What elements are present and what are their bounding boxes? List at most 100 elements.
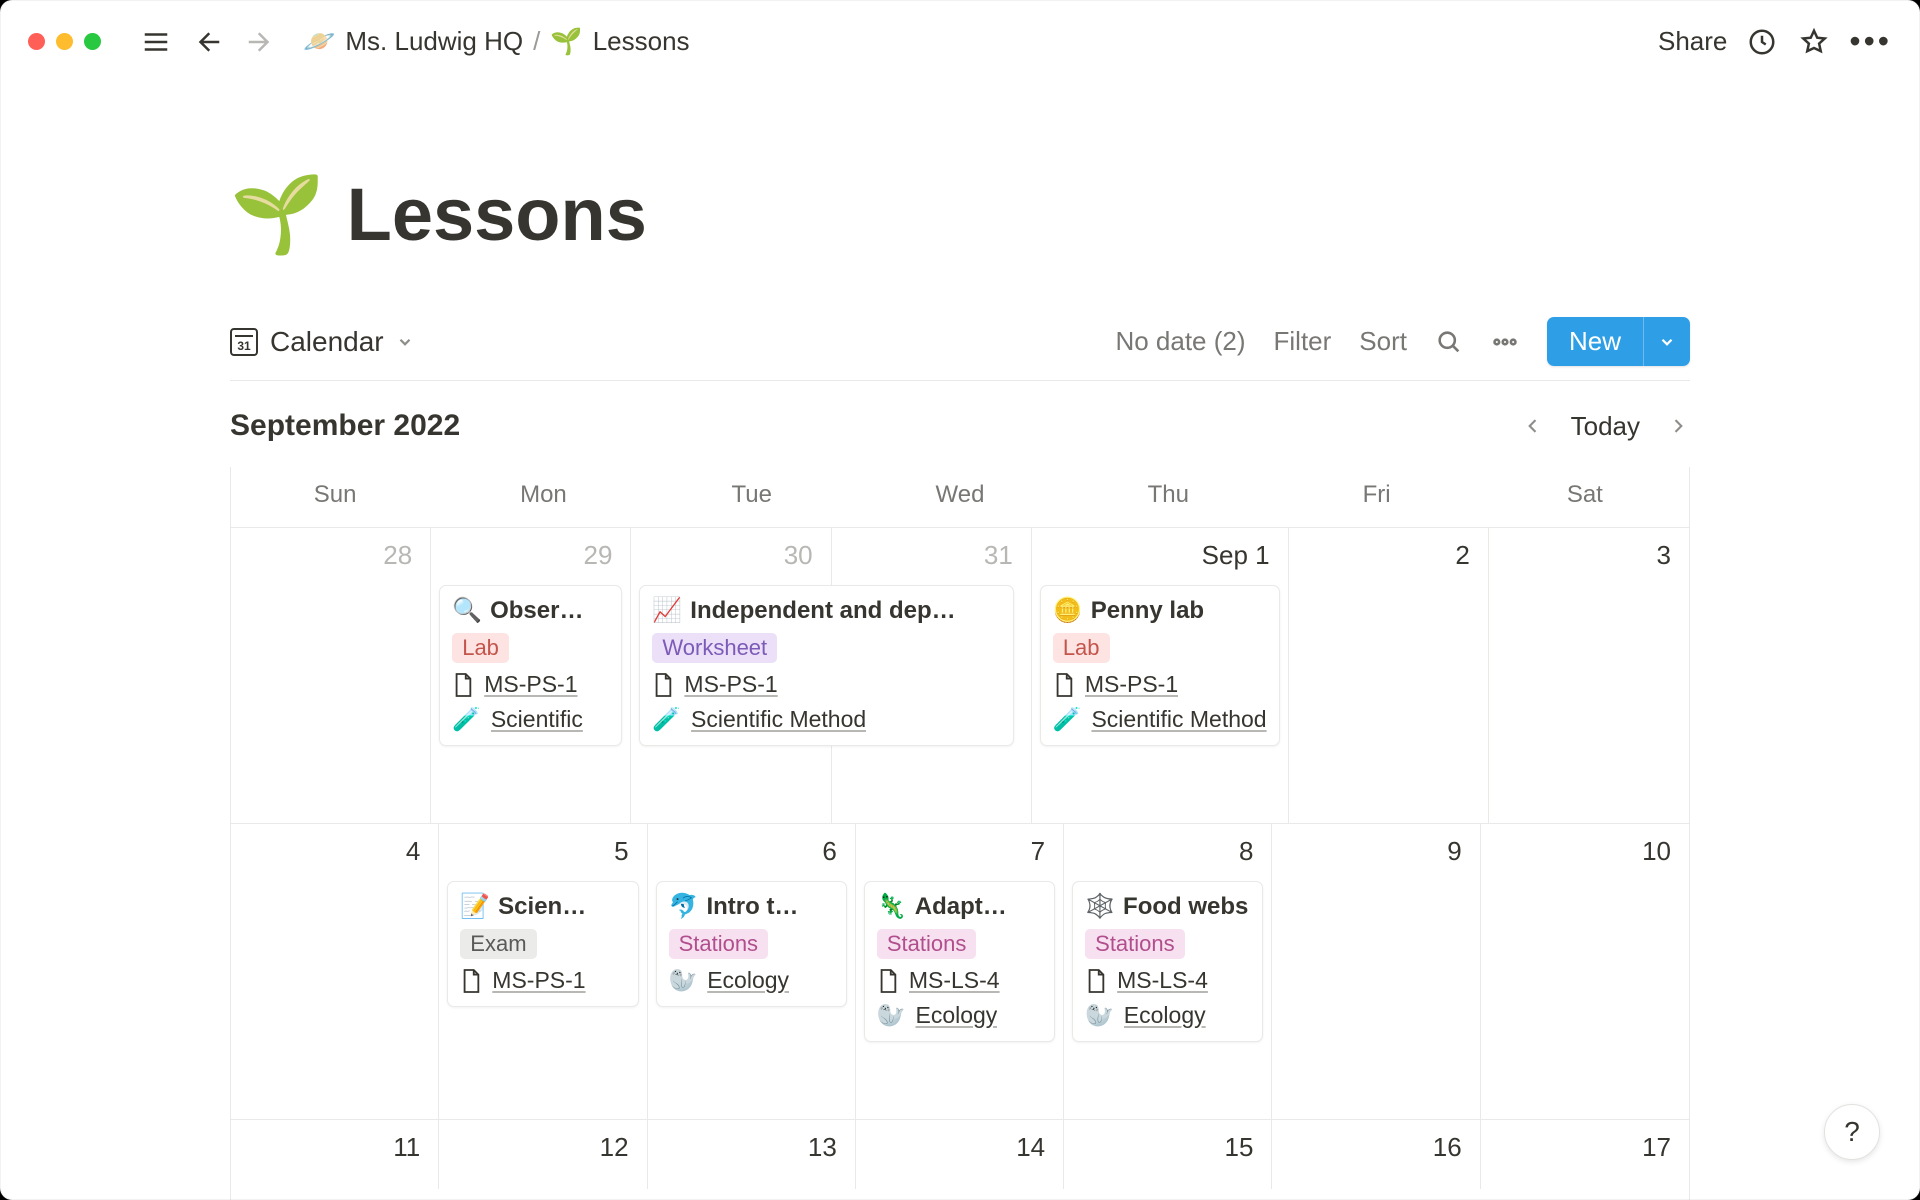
card-relation: MS-PS-1 [460,967,625,994]
database-toolbar: 31 Calendar No date (2) Filter Sort New [230,317,1690,381]
card-title: 🐬Intro t… [669,892,834,921]
minimize-window-icon[interactable] [56,33,73,50]
day-number: 3 [1497,540,1681,571]
card-emoji-icon: 📈 [652,596,682,625]
day-header: Wed [856,467,1064,527]
card-emoji-icon: 📝 [460,892,490,921]
sort-button[interactable]: Sort [1359,326,1407,357]
filter-button[interactable]: Filter [1274,326,1332,357]
page-title[interactable]: Lessons [347,172,647,257]
calendar-event-card[interactable]: 🐬Intro t…Stations🦭Ecology [656,881,847,1007]
prev-month-icon[interactable] [1521,414,1545,438]
day-number: 10 [1489,836,1681,867]
today-button[interactable]: Today [1571,411,1640,442]
day-number: 16 [1280,1132,1471,1163]
card-tag: Stations [1085,929,1185,959]
calendar-day[interactable]: 5📝Scien…ExamMS-PS-1 [439,824,647,1119]
calendar-day[interactable]: 16 [1272,1120,1480,1189]
new-button-main[interactable]: New [1547,317,1643,366]
calendar-grid: SunMonTueWedThuFriSat 28 29 🔍Obser… Lab MS-P… [230,467,1690,1200]
calendar-event-card[interactable]: 📝Scien…ExamMS-PS-1 [447,881,638,1007]
breadcrumb-current-label: Lessons [593,26,690,57]
share-button[interactable]: Share [1658,26,1727,57]
planet-icon: 🪐 [303,26,335,57]
calendar-day[interactable]: 2 [1289,528,1489,823]
help-button[interactable]: ? [1824,1104,1880,1160]
calendar-day[interactable]: 29🔍Obser…LabMS-PS-1🧪Scientific [431,528,631,823]
relation-emoji-icon: 🧪 [1053,706,1082,733]
calendar-day[interactable]: 10 [1481,824,1689,1119]
card-relation: 🦭Ecology [1085,1002,1250,1029]
month-label: September 2022 [230,409,460,443]
favorite-icon[interactable] [1797,25,1831,59]
card-emoji-icon: 🪙 [1053,596,1083,625]
calendar-day[interactable]: 13 [648,1120,856,1189]
new-button-dropdown[interactable] [1643,317,1690,366]
day-number: 7 [864,836,1055,867]
calendar-day[interactable]: 30📈Independent and dep…WorksheetMS-PS-1🧪… [631,528,831,823]
breadcrumb-separator: / [533,26,540,57]
calendar-week: 1112131415 16 17 [231,1119,1689,1189]
calendar-day[interactable]: 31 [832,528,1032,823]
card-tag: Lab [452,633,509,663]
day-headers: SunMonTueWedThuFriSat [231,467,1689,527]
breadcrumb-parent[interactable]: 🪐 Ms. Ludwig HQ [303,26,523,57]
day-number: 6 [656,836,847,867]
page-menu-icon[interactable]: ••• [1849,23,1892,60]
calendar-day[interactable]: 17 [1481,1120,1689,1189]
back-icon[interactable] [191,25,225,59]
card-tag: Lab [1053,633,1110,663]
relation-emoji-icon: 🧪 [652,706,681,733]
day-number: Sep 1 [1040,540,1280,571]
calendar-event-card[interactable]: 🦎Adapt…StationsMS-LS-4🦭Ecology [864,881,1055,1042]
relation-emoji-icon: 🦭 [669,967,698,994]
calendar-day[interactable]: 8🕸️Food websStationsMS-LS-4🦭Ecology [1064,824,1272,1119]
calendar-day[interactable]: 11 [231,1120,439,1189]
more-icon[interactable] [1491,328,1519,356]
day-header: Mon [439,467,647,527]
page-icon[interactable]: 🌱 [230,169,325,259]
card-relation: MS-PS-1 [1053,671,1267,698]
no-date-button[interactable]: No date (2) [1115,326,1245,357]
forward-icon[interactable] [243,25,277,59]
calendar-day[interactable]: 9 [1272,824,1480,1119]
calendar-week: 45📝Scien…ExamMS-PS-16🐬Intro t…Stations🦭E… [231,823,1689,1119]
breadcrumb: 🪐 Ms. Ludwig HQ / 🌱 Lessons [303,26,690,57]
zoom-window-icon[interactable] [84,33,101,50]
calendar-day[interactable]: 4 [231,824,439,1119]
card-title: 🔍Obser… [452,596,609,625]
day-number: 29 [439,540,622,571]
calendar-day[interactable]: 15 [1064,1120,1272,1189]
card-emoji-icon: 🔍 [452,596,482,625]
window-controls [28,33,101,50]
card-tag: Worksheet [652,633,777,663]
card-emoji-icon: 🦎 [877,892,907,921]
view-switcher[interactable]: 31 Calendar [230,326,414,358]
day-header: Fri [1272,467,1480,527]
day-number: 28 [239,540,422,571]
calendar-day[interactable]: 12 [439,1120,647,1189]
calendar-day[interactable]: 28 [231,528,431,823]
menu-icon[interactable] [139,25,173,59]
calendar-day[interactable]: 6 🐬Intro t…Stations🦭Ecology [648,824,856,1119]
calendar-event-card[interactable]: 🔍Obser…LabMS-PS-1🧪Scientific [439,585,622,746]
calendar-event-card[interactable]: 🕸️Food websStationsMS-LS-4🦭Ecology [1072,881,1263,1042]
search-icon[interactable] [1435,328,1463,356]
card-title: 🪙Penny lab [1053,596,1267,625]
day-number: 30 [639,540,822,571]
calendar-day[interactable]: 3 [1489,528,1689,823]
card-tag: Exam [460,929,536,959]
close-window-icon[interactable] [28,33,45,50]
breadcrumb-current[interactable]: 🌱 Lessons [550,26,689,57]
calendar-event-card[interactable]: 🪙Penny labLabMS-PS-1🧪Scientific Method [1040,585,1280,746]
card-emoji-icon: 🕸️ [1085,892,1115,921]
calendar-icon: 31 [230,328,258,356]
calendar-day[interactable]: 14 [856,1120,1064,1189]
day-number: 17 [1489,1132,1681,1163]
card-title: 🕸️Food webs [1085,892,1250,921]
calendar-day[interactable]: Sep 1🪙Penny labLabMS-PS-1🧪Scientific Met… [1032,528,1289,823]
card-tag: Stations [877,929,977,959]
updates-icon[interactable] [1745,25,1779,59]
calendar-day[interactable]: 7 🦎Adapt…StationsMS-LS-4🦭Ecology [856,824,1064,1119]
next-month-icon[interactable] [1666,414,1690,438]
